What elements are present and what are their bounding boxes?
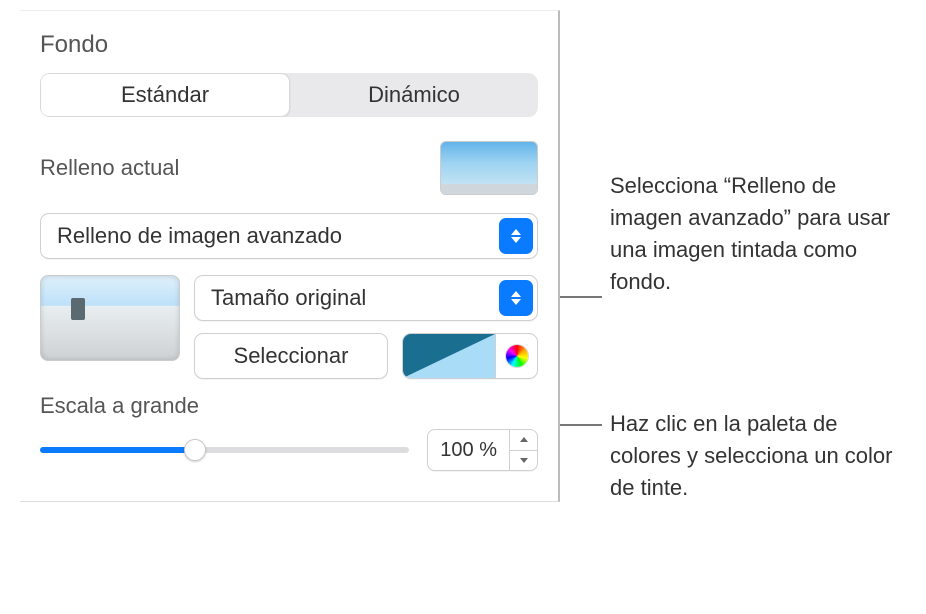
select-image-button[interactable]: Seleccionar xyxy=(194,333,388,379)
slider-knob[interactable] xyxy=(184,439,206,461)
scale-stepper[interactable]: 100 % xyxy=(427,429,538,471)
current-fill-label: Relleno actual xyxy=(40,155,179,181)
popup-arrows-icon xyxy=(499,218,533,254)
fill-type-dropdown[interactable]: Relleno de imagen avanzado xyxy=(40,213,538,259)
color-wheel-icon xyxy=(506,345,528,367)
image-size-value: Tamaño original xyxy=(211,285,499,311)
image-fill-row: Tamaño original Seleccionar xyxy=(40,275,538,379)
current-fill-thumbnail[interactable] xyxy=(440,141,538,195)
tint-swatch[interactable] xyxy=(403,334,495,378)
tint-color-well[interactable] xyxy=(402,333,538,379)
stepper-up[interactable] xyxy=(510,430,537,451)
current-fill-row: Relleno actual xyxy=(40,141,538,195)
scale-slider[interactable] xyxy=(40,440,409,460)
tab-standard[interactable]: Estándar xyxy=(40,73,290,117)
background-panel: Fondo Estándar Dinámico Relleno actual R… xyxy=(20,10,560,502)
section-title: Fondo xyxy=(40,31,538,59)
background-type-segmented: Estándar Dinámico xyxy=(40,73,538,117)
scale-value[interactable]: 100 % xyxy=(428,439,509,462)
popup-arrows-icon xyxy=(499,280,533,316)
tab-dynamic[interactable]: Dinámico xyxy=(290,73,538,117)
open-color-picker-button[interactable] xyxy=(495,334,537,378)
annotation-layer: Selecciona “Relleno de imagen avanzado” … xyxy=(560,0,910,614)
scale-row: 100 % xyxy=(40,429,538,471)
callout-color-picker: Haz clic en la paleta de colores y selec… xyxy=(610,408,910,504)
callout-fill-type: Selecciona “Relleno de imagen avanzado” … xyxy=(610,170,910,298)
image-preview[interactable] xyxy=(40,275,180,361)
scale-label: Escala a grande xyxy=(40,393,538,419)
fill-type-value: Relleno de imagen avanzado xyxy=(57,223,499,249)
stepper-down[interactable] xyxy=(510,451,537,471)
callout-line xyxy=(560,424,602,426)
callout-line xyxy=(560,296,602,298)
image-size-dropdown[interactable]: Tamaño original xyxy=(194,275,538,321)
